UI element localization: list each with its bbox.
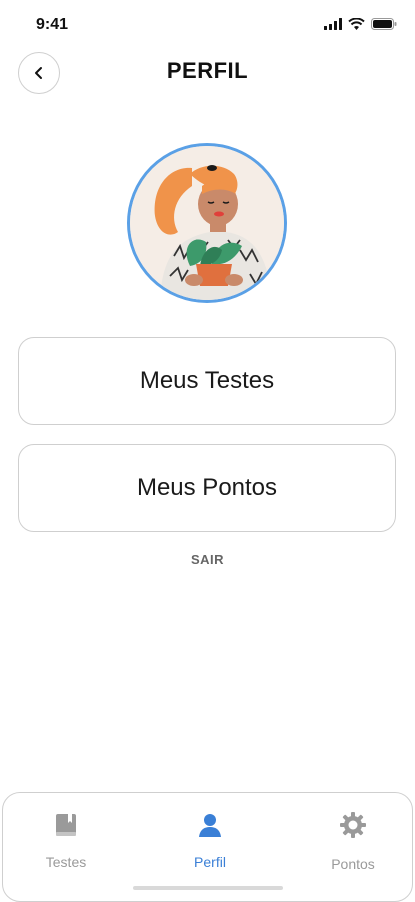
tab-points[interactable]: Pontos [303, 811, 403, 872]
header: PERFIL [0, 48, 415, 96]
tab-points-label: Pontos [331, 856, 375, 872]
battery-icon [371, 18, 397, 30]
signal-icon [324, 18, 342, 30]
avatar [127, 143, 287, 303]
user-icon [199, 814, 221, 837]
wifi-icon [348, 18, 365, 30]
tab-profile[interactable]: Perfil [160, 811, 260, 870]
gear-icon [340, 812, 366, 838]
tab-tests[interactable]: Testes [16, 811, 116, 870]
page-title: PERFIL [166, 58, 249, 83]
tab-tests-label: Testes [45, 854, 87, 870]
woman-with-plant-illustration [130, 146, 284, 300]
tab-profile-label: Perfil [194, 854, 226, 870]
book-icon [56, 814, 76, 836]
status-time: 9:41 [36, 16, 69, 33]
my-points-label: Meus Pontos [136, 474, 278, 501]
home-indicator [133, 886, 283, 890]
my-points-button[interactable]: Meus Pontos [18, 444, 396, 532]
my-tests-label: Meus Testes [139, 367, 275, 394]
status-bar: 9:41 [0, 0, 415, 52]
logout-button[interactable]: SAIR [0, 552, 415, 567]
status-icons [324, 18, 397, 30]
my-tests-button[interactable]: Meus Testes [18, 337, 396, 425]
